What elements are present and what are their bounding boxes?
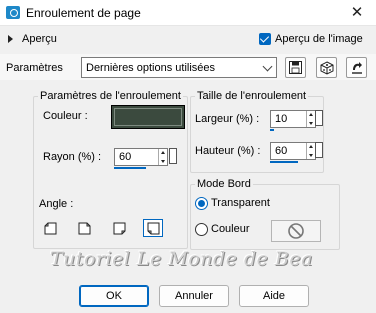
height-value: 60 <box>275 145 288 157</box>
width-value: 10 <box>275 113 288 125</box>
close-button[interactable]: ✕ <box>342 1 372 25</box>
app-camera-icon <box>6 6 20 19</box>
preview-toggle-label[interactable]: Aperçu <box>22 33 57 45</box>
parameters-label: Paramètres <box>6 62 63 74</box>
radius-slider-track[interactable] <box>114 167 146 169</box>
ok-button[interactable]: OK <box>79 285 149 307</box>
window-title: Enroulement de page <box>26 6 141 20</box>
height-slider-handle[interactable] <box>315 142 323 158</box>
preset-select-value: Dernières options utilisées <box>86 62 216 74</box>
image-preview-checkbox[interactable] <box>259 33 271 45</box>
edge-color-swatch[interactable] <box>271 220 321 242</box>
radius-slider-handle[interactable] <box>169 148 177 164</box>
edge-mode-title: Mode Bord <box>195 178 253 190</box>
curl-bottom-left-icon <box>147 222 159 234</box>
spin-up-icon <box>309 113 313 116</box>
height-label: Hauteur (%) : <box>195 145 261 157</box>
radius-spinner[interactable]: 60 <box>114 148 168 166</box>
dice-icon <box>320 60 333 75</box>
width-slider-track[interactable] <box>270 129 274 131</box>
angle-bottom-right-button[interactable] <box>109 219 129 237</box>
curl-bottom-right-icon <box>113 222 125 234</box>
spin-down-icon <box>309 154 313 157</box>
height-spinner[interactable]: 60 <box>270 142 316 160</box>
color-label: Couleur : <box>43 110 88 122</box>
color-swatch[interactable] <box>111 105 185 129</box>
expand-caret-icon[interactable] <box>8 35 13 43</box>
spin-down-icon <box>309 122 313 125</box>
radius-value: 60 <box>119 151 132 163</box>
transparent-label[interactable]: Transparent <box>211 197 270 209</box>
curl-params-title: Paramètres de l'enroulement <box>38 90 183 102</box>
save-icon <box>289 61 302 74</box>
spin-up-icon <box>309 145 313 148</box>
spin-down-icon <box>161 160 165 163</box>
randomize-button[interactable] <box>316 57 337 78</box>
angle-label: Angle : <box>39 198 74 210</box>
width-spin-arrows[interactable] <box>306 111 315 127</box>
edge-color-label[interactable]: Couleur <box>211 223 250 235</box>
preset-select[interactable]: Dernières options utilisées <box>81 57 277 78</box>
help-button[interactable]: Aide <box>239 285 309 307</box>
reset-icon <box>351 61 362 74</box>
watermark-text: Tutoriel Le Monde de Bea <box>50 248 313 270</box>
radius-label: Rayon (%) : <box>43 151 102 163</box>
title-bar: Enroulement de page ✕ <box>0 0 376 26</box>
curl-top-right-icon <box>78 222 90 234</box>
curl-size-title: Taille de l'enroulement <box>195 90 309 102</box>
angle-bottom-left-button[interactable] <box>143 219 163 237</box>
save-preset-button[interactable] <box>285 57 306 78</box>
transparent-radio[interactable] <box>195 197 208 210</box>
height-slider-track[interactable] <box>270 161 298 163</box>
curl-size-group: Taille de l'enroulement <box>190 90 324 173</box>
radius-spin-arrows[interactable] <box>158 149 167 165</box>
image-preview-label[interactable]: Aperçu de l'image <box>275 33 363 45</box>
reset-button[interactable] <box>346 57 367 78</box>
edge-color-radio[interactable] <box>195 223 208 236</box>
no-color-icon <box>288 223 304 239</box>
chevron-down-icon <box>262 61 273 72</box>
width-spinner[interactable]: 10 <box>270 110 316 128</box>
color-swatch-inner <box>114 108 182 126</box>
width-slider-handle[interactable] <box>315 110 323 126</box>
curl-top-left-icon <box>44 222 56 234</box>
height-spin-arrows[interactable] <box>306 143 315 159</box>
cancel-button[interactable]: Annuler <box>159 285 229 307</box>
spin-up-icon <box>161 151 165 154</box>
parameters-row: Paramètres Dernières options utilisées <box>0 54 376 80</box>
width-label: Largeur (%) : <box>195 113 260 125</box>
angle-top-left-button[interactable] <box>40 219 60 237</box>
angle-top-right-button[interactable] <box>74 219 94 237</box>
preview-row: Aperçu Aperçu de l'image <box>0 30 376 50</box>
